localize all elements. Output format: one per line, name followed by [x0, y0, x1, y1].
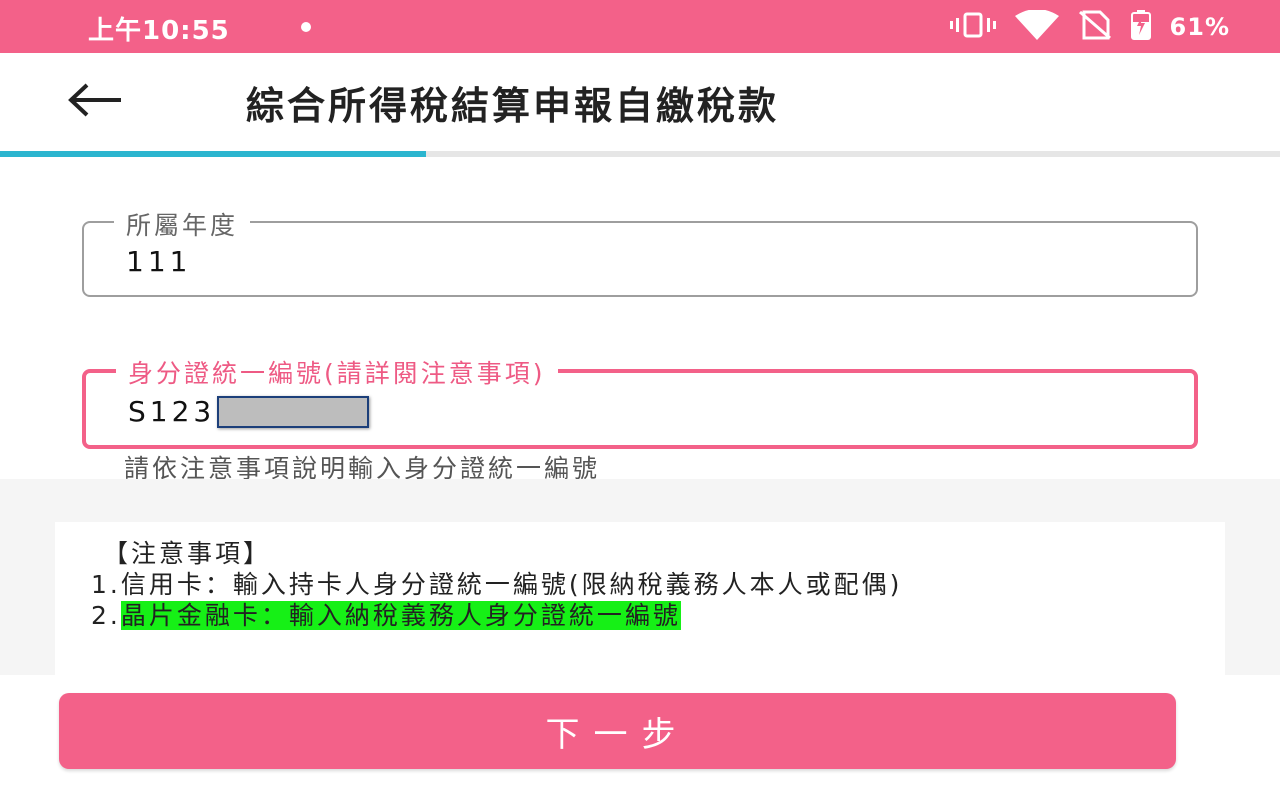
status-bar: 上午10:55 61%: [0, 0, 1280, 53]
next-step-button[interactable]: 下一步: [59, 693, 1176, 769]
notes-item-1: 1.信用卡：輸入持卡人身分證統一編號(限納稅義務人本人或配偶): [91, 570, 903, 599]
battery-charging-icon: [1130, 10, 1152, 44]
vibrate-icon: [949, 12, 996, 42]
notes-item-2-highlight: 晶片金融卡：輸入納稅義務人身分證統一編號: [120, 601, 681, 630]
id-number-field-label: 身分證統一編號(請詳閱注意事項): [116, 354, 558, 390]
page-title: 綜合所得稅結算申報自繳稅款: [246, 84, 780, 128]
id-number-field-value-wrap: S123: [128, 395, 370, 428]
notes-item-2: 2.晶片金融卡：輸入納稅義務人身分證統一編號: [91, 600, 1225, 631]
year-field-value: 111: [126, 245, 192, 278]
status-icons: 61%: [949, 9, 1230, 44]
status-time: 上午10:55: [88, 16, 230, 46]
id-number-field-value: S123: [128, 395, 216, 428]
bottom-action-area: 下一步: [0, 675, 1280, 790]
redacted-block: [217, 395, 370, 428]
wifi-icon: [1014, 9, 1060, 44]
back-arrow-icon: [67, 83, 123, 121]
notes-item-2-prefix: 2.: [91, 601, 121, 630]
notes-card: 【注意事項】 1.信用卡：輸入持卡人身分證統一編號(限納稅義務人本人或配偶) 2…: [55, 522, 1225, 675]
notes-title: 【注意事項】: [103, 539, 272, 568]
year-field[interactable]: 所屬年度 111: [82, 206, 1198, 297]
notes-section: 【注意事項】 1.信用卡：輸入持卡人身分證統一編號(限納稅義務人本人或配偶) 2…: [0, 479, 1280, 675]
no-sim-icon: [1078, 10, 1112, 44]
app-bar: 綜合所得稅結算申報自繳稅款: [0, 53, 1280, 151]
battery-percent: 61%: [1169, 13, 1230, 41]
id-number-field[interactable]: 身分證統一編號(請詳閱注意事項) S123: [82, 354, 1198, 449]
back-button[interactable]: [60, 77, 130, 127]
notification-dot: [301, 22, 311, 32]
year-field-label: 所屬年度: [114, 206, 251, 242]
